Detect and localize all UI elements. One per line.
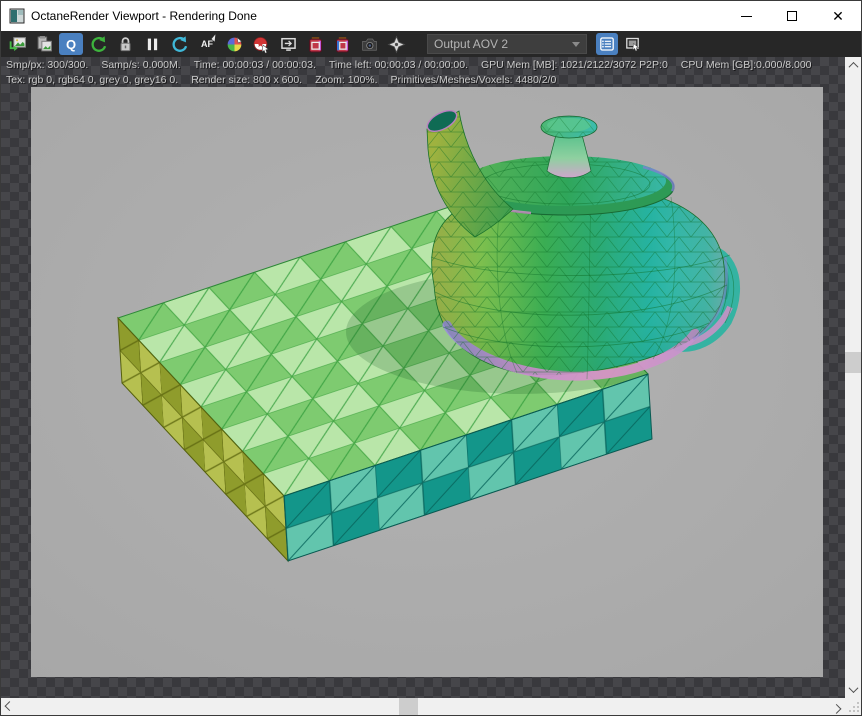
deep-image-export-icon — [335, 36, 349, 52]
horizontal-scrollbar[interactable] — [1, 698, 845, 715]
output-aov-dropdown[interactable]: Output AOV 2 — [427, 34, 587, 54]
status-gpu-mem: GPU Mem [MB]: 1021/2122/3072 P2P:0 — [481, 59, 668, 71]
autofocus-label: AF — [201, 39, 213, 49]
toolbar: Q AF Output AOV 2 — [1, 31, 861, 57]
status-cpu-mem: CPU Mem [GB]:0.000/8.000 — [680, 59, 812, 71]
window-title: OctaneRender Viewport - Rendering Done — [31, 9, 257, 23]
image-picker-icon — [626, 37, 640, 52]
copy-image-icon — [37, 35, 52, 51]
app-icon — [9, 8, 25, 24]
octane-render-viewport-window: OctaneRender Viewport - Rendering Done ✕ — [0, 0, 862, 716]
copy-image-button[interactable] — [32, 33, 56, 55]
vertical-scrollbar-thumb[interactable] — [845, 352, 861, 373]
horizontal-scrollbar-thumb[interactable] — [399, 698, 418, 715]
scroll-up-button[interactable] — [845, 57, 861, 74]
chevron-right-icon — [831, 703, 842, 714]
deep-image-export-button[interactable] — [330, 33, 354, 55]
status-samples-per-sec: Samp/s: 0.000M. — [101, 59, 181, 71]
viewport-scroll-area: Smp/px: 300/300. Samp/s: 0.000M. Time: 0… — [1, 57, 845, 699]
minimize-button[interactable] — [723, 1, 769, 31]
passes-list-icon — [600, 37, 614, 51]
shuriken-icon — [386, 34, 406, 54]
material-picker-icon — [253, 36, 269, 54]
restart-render-button[interactable] — [86, 33, 110, 55]
refresh-render-button[interactable] — [167, 33, 191, 55]
scroll-down-button[interactable] — [845, 681, 861, 698]
status-line-2: Tex: rgb 0, rgb64 0, grey 0, grey16 0. R… — [6, 73, 812, 88]
output-aov-value: Output AOV 2 — [434, 37, 509, 51]
camera-snapshot-button[interactable] — [357, 33, 381, 55]
autofocus-picker-icon — [211, 34, 219, 42]
q-mode-toggle[interactable]: Q — [59, 33, 83, 55]
status-zoom: Zoom: 100%. — [315, 74, 378, 86]
white-balance-picker-button[interactable] — [222, 33, 246, 55]
pause-render-button[interactable] — [140, 33, 164, 55]
pause-icon — [147, 38, 157, 50]
color-wheel-icon — [227, 36, 242, 51]
title-bar: OctaneRender Viewport - Rendering Done ✕ — [1, 1, 861, 31]
status-bar: Smp/px: 300/300. Samp/s: 0.000M. Time: 0… — [6, 58, 812, 88]
vertical-scrollbar[interactable] — [845, 57, 861, 698]
render-passes-panel-button[interactable] — [596, 33, 618, 55]
autofocus-button[interactable]: AF — [195, 33, 219, 55]
save-render-button[interactable] — [5, 33, 29, 55]
scroll-right-button[interactable] — [828, 698, 845, 715]
restart-render-icon — [90, 35, 106, 52]
resize-grip[interactable] — [845, 698, 861, 715]
maximize-icon — [787, 11, 797, 21]
scroll-left-button[interactable] — [1, 698, 18, 715]
status-textures: Tex: rgb 0, rgb64 0, grey 0, grey16 0. — [6, 74, 179, 86]
lock-icon — [120, 36, 130, 51]
material-picker-button[interactable] — [249, 33, 273, 55]
save-render-icon — [9, 36, 26, 51]
refresh-icon — [171, 35, 187, 52]
close-button[interactable]: ✕ — [815, 1, 861, 31]
chevron-down-icon — [848, 683, 859, 694]
status-time: Time: 00:00:03 / 00:00:03. — [193, 59, 316, 71]
render-passes-export-icon — [308, 36, 322, 52]
viewport-settings-button[interactable] — [622, 33, 644, 55]
minimize-icon — [740, 15, 752, 17]
lock-resolution-button[interactable] — [113, 33, 137, 55]
render-region-icon — [280, 37, 296, 51]
q-mode-label: Q — [65, 36, 77, 52]
chevron-left-icon — [4, 700, 15, 711]
resize-grip-icon — [849, 702, 859, 712]
camera-icon — [361, 38, 377, 51]
render-canvas[interactable] — [31, 87, 823, 677]
kernel-button[interactable] — [384, 33, 408, 55]
maximize-button[interactable] — [769, 1, 815, 31]
status-render-size: Render size: 800 x 600. — [191, 74, 303, 86]
status-line-1: Smp/px: 300/300. Samp/s: 0.000M. Time: 0… — [6, 58, 812, 73]
dropdown-caret-icon — [572, 41, 580, 47]
status-primitives: Primitives/Meshes/Voxels: 4480/2/0 — [390, 74, 557, 86]
status-samples: Smp/px: 300/300. — [6, 59, 89, 71]
status-time-left: Time left: 00:00:03 / 00:00:00. — [328, 59, 469, 71]
window-controls: ✕ — [723, 1, 861, 31]
rendered-scene — [31, 87, 823, 677]
render-passes-export-button[interactable] — [303, 33, 327, 55]
chevron-up-icon — [848, 61, 859, 72]
render-region-button[interactable] — [276, 33, 300, 55]
